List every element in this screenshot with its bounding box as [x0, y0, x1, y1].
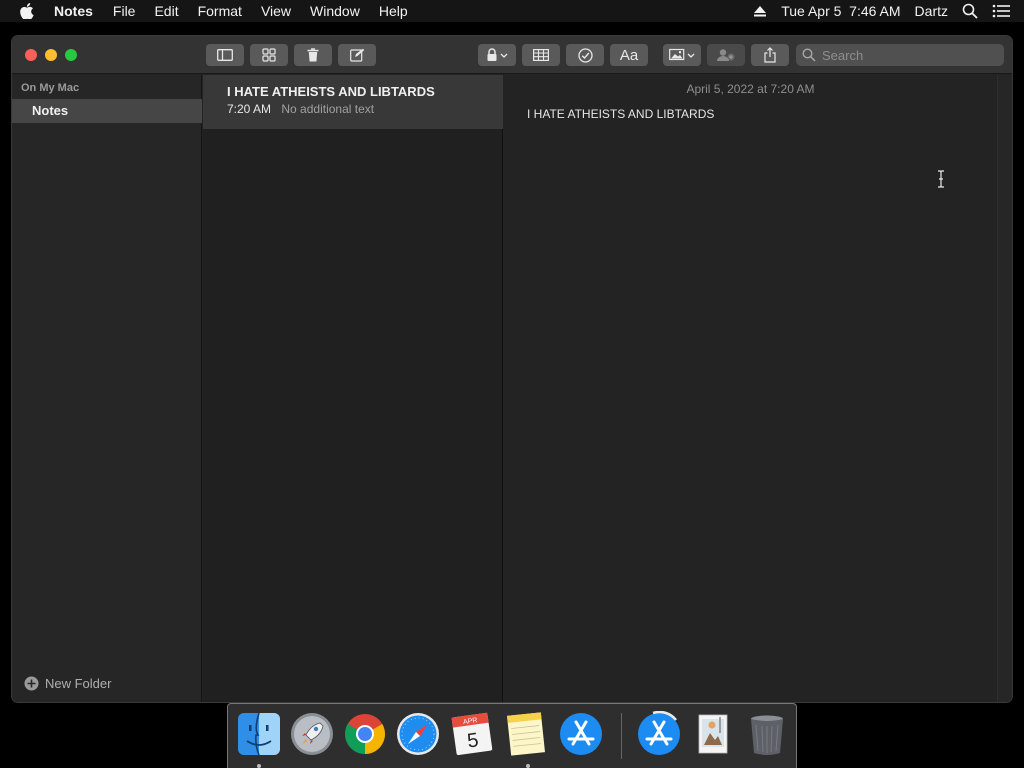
table-icon — [533, 49, 549, 61]
note-date: April 5, 2022 at 7:20 AM — [686, 82, 815, 96]
finder-running-indicator — [257, 764, 261, 768]
folder-sidebar: On My Mac Notes New Folder — [12, 75, 202, 702]
sidebar-folder-notes[interactable]: Notes — [12, 99, 202, 123]
notes-icon[interactable] — [503, 711, 549, 757]
menu-view[interactable]: View — [261, 0, 291, 22]
lock-icon — [487, 48, 508, 61]
new-folder-button[interactable]: New Folder — [24, 675, 111, 691]
search-icon — [802, 48, 816, 62]
trash-icon — [307, 48, 319, 62]
minimize-button[interactable] — [45, 49, 57, 61]
notes-window: Aa On My Mac Notes New Folder — [12, 36, 1012, 702]
note-list: I HATE ATHEISTS AND LIBTARDS 7:20 AM No … — [203, 75, 503, 702]
menubar-clock[interactable]: Tue Apr 5 7:46 AM — [781, 3, 900, 19]
editor-scroll-strip — [997, 75, 1012, 702]
dock-separator — [621, 713, 622, 759]
preview-icon[interactable] — [690, 711, 736, 757]
eject-icon[interactable] — [753, 5, 767, 17]
close-button[interactable] — [25, 49, 37, 61]
format-label: Aa — [619, 46, 639, 64]
new-folder-label: New Folder — [45, 675, 112, 691]
gallery-view-button[interactable] — [250, 44, 288, 66]
note-body[interactable]: I HATE ATHEISTS AND LIBTARDS — [527, 107, 714, 121]
notification-center-icon[interactable] — [992, 4, 1010, 18]
finder-icon[interactable] — [236, 711, 282, 757]
notes-running-indicator — [526, 764, 530, 768]
note-time: 7:20 AM — [227, 102, 272, 116]
checklist-button[interactable] — [566, 44, 604, 66]
people-icon — [717, 49, 735, 61]
sidebar-icon — [217, 49, 233, 61]
menu-app-notes[interactable]: Notes — [54, 0, 93, 22]
launchpad-icon[interactable] — [289, 711, 335, 757]
new-note-button[interactable] — [338, 44, 376, 66]
trash-icon[interactable] — [744, 711, 790, 757]
dock: APR 5 — [227, 703, 797, 768]
lock-note-button[interactable] — [478, 44, 516, 66]
menu-format[interactable]: Format — [198, 0, 242, 22]
note-editor[interactable]: April 5, 2022 at 7:20 AM I HATE ATHEISTS… — [504, 75, 997, 702]
insert-table-button[interactable] — [522, 44, 560, 66]
menu-bar: Notes File Edit Format View Window Help … — [0, 0, 1024, 22]
search-field[interactable] — [796, 44, 1004, 66]
note-preview: No additional text — [281, 102, 375, 116]
note-meta: 7:20 AM No additional text — [227, 102, 374, 116]
app-store-download-icon[interactable] — [636, 710, 682, 757]
safari-icon[interactable] — [395, 711, 441, 757]
spotlight-search-icon[interactable] — [962, 3, 978, 19]
sidebar-section-on-my-mac: On My Mac — [21, 82, 80, 94]
text-cursor-icon — [936, 170, 946, 193]
menubar-user[interactable]: Dartz — [915, 3, 948, 19]
apple-icon[interactable] — [20, 2, 38, 20]
note-title: I HATE ATHEISTS AND LIBTARDS — [227, 84, 435, 99]
search-input[interactable] — [822, 47, 992, 63]
note-list-item[interactable]: I HATE ATHEISTS AND LIBTARDS 7:20 AM No … — [203, 75, 503, 129]
calendar-icon[interactable]: APR 5 — [449, 711, 495, 757]
title-bar: Aa — [12, 36, 1012, 74]
delete-note-button[interactable] — [294, 44, 332, 66]
app-store-icon[interactable] — [558, 711, 604, 757]
menu-window[interactable]: Window — [310, 0, 360, 22]
plus-circle-icon — [24, 676, 39, 691]
photo-icon — [669, 48, 695, 61]
chrome-icon[interactable] — [342, 711, 388, 757]
checkmark-circle-icon — [577, 47, 593, 63]
add-media-button[interactable] — [663, 44, 701, 66]
menu-file[interactable]: File — [113, 0, 136, 22]
share-icon — [764, 47, 776, 63]
menu-help[interactable]: Help — [379, 0, 408, 22]
share-button[interactable] — [751, 44, 789, 66]
menu-edit[interactable]: Edit — [154, 0, 178, 22]
format-text-button[interactable]: Aa — [610, 44, 648, 66]
add-people-button[interactable] — [707, 44, 745, 66]
toggle-sidebar-button[interactable] — [206, 44, 244, 66]
grid-icon — [262, 48, 276, 62]
compose-icon — [349, 48, 364, 62]
maximize-button[interactable] — [65, 49, 77, 61]
